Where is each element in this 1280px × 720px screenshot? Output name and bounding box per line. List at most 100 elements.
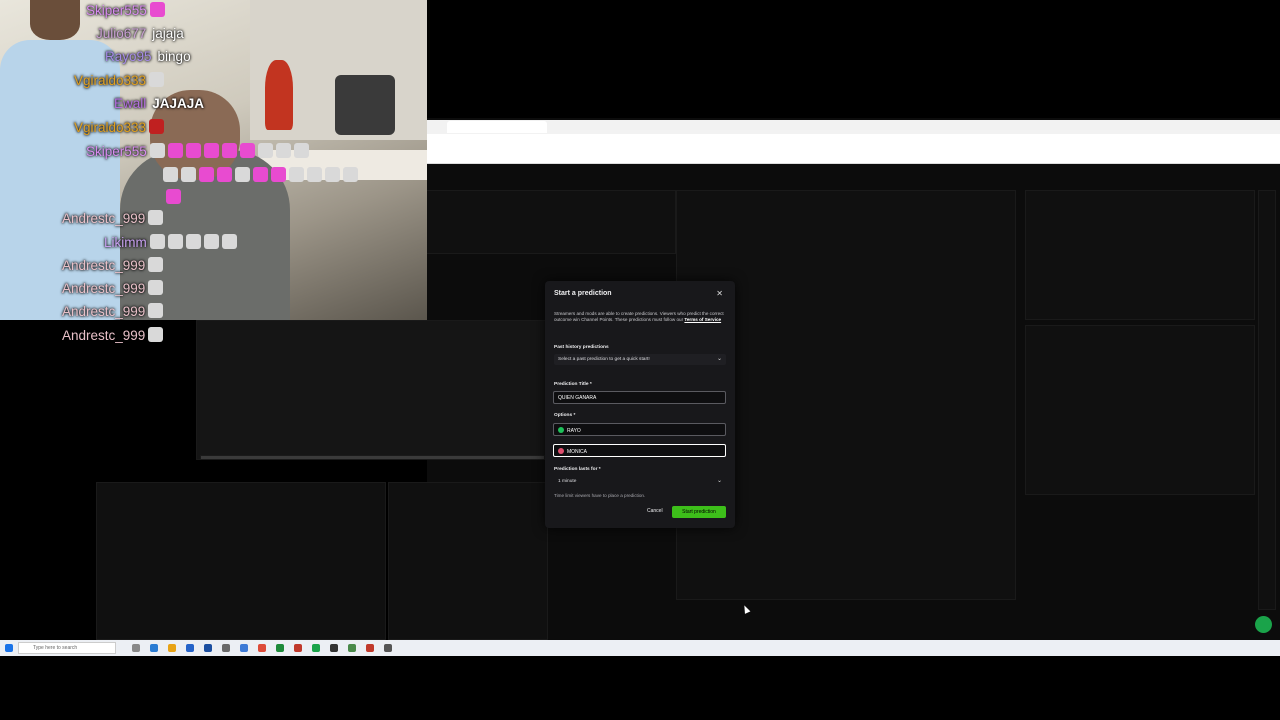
overlay-message: Julio677 jajaja [96,26,184,41]
dialog-description: Streamers and mods are able to create pr… [554,311,726,324]
store-icon[interactable] [186,644,194,652]
browser-tab[interactable] [447,121,547,133]
emote-icon [166,189,181,204]
past-predictions-select[interactable]: Select a past prediction to get a quick … [554,354,726,365]
overlay-message: Likimm [104,234,237,250]
emote-icon [221,234,237,249]
chat-username: Andrestc_999 [62,328,146,343]
chat-username: Skiper555 [86,3,147,18]
app-icon[interactable] [348,644,356,652]
emote-icon [185,143,201,158]
app-icon[interactable] [384,644,392,652]
chat-username: Ewall [114,96,147,111]
channel-actions-panel [1025,325,1255,495]
emote-icon [293,143,309,158]
app-icon[interactable] [240,644,248,652]
taskbar: Type here to search [0,640,1280,656]
app-icon[interactable] [312,644,320,652]
app-icon[interactable] [222,644,230,652]
duration-hint: Time limit viewers have to place a predi… [554,493,646,498]
emote-icon [148,257,164,272]
cancel-button[interactable]: Cancel [647,508,663,514]
emote-icon [149,234,165,249]
overlay-message: Vgiraldo333 [74,72,165,88]
screen: Skiper555 Julio677 jajaja Rayo95 bingo Vgi… [0,0,1280,720]
emote-icon [235,167,250,182]
prediction-title-input[interactable]: QUIEN GANARA [553,391,726,404]
chat-username: Andrestc_999 [62,304,146,319]
chat-username: Andrestc_999 [62,258,146,273]
system-tray[interactable] [1124,644,1244,652]
emote-icon [163,167,178,182]
start-prediction-button[interactable]: Start prediction [672,506,726,518]
overlay-message: Andrestc_999 [62,327,164,343]
emote-icon [253,167,268,182]
dialog-title: Start a prediction [554,290,612,297]
chevron-down-icon: ⌄ [716,356,722,362]
terms-of-service-link[interactable]: Terms of Service [684,317,721,322]
taskbar-search[interactable]: Type here to search [18,642,116,654]
video-scrubber[interactable] [200,455,545,460]
emote-icon [203,143,219,158]
emote-icon [149,2,165,17]
emote-icon [167,143,183,158]
emote-icon [271,167,286,182]
overlay-message: Skiper555 [86,2,165,18]
chat-username: Andrestc_999 [62,281,146,296]
emote-icon [181,167,196,182]
excel-icon[interactable] [276,644,284,652]
overlay-message: Andrestc_999 [62,257,164,273]
app-icon[interactable] [204,644,212,652]
option-2-input[interactable]: MONICA [553,444,726,457]
emote-icon [149,72,165,87]
close-icon[interactable]: ✕ [716,289,723,298]
browser-toolbar [427,134,1280,164]
emote-icon [149,143,165,158]
task-view-icon[interactable] [132,644,140,652]
emote-icon [199,167,214,182]
overlay-message: Rayo95 bingo [105,49,191,64]
app-icon[interactable] [294,644,302,652]
emote-icon [185,234,201,249]
app-icon[interactable] [366,644,374,652]
chat-overlay: Skiper555 Julio677 jajaja Rayo95 bingo Vgi… [0,0,427,350]
overlay-message: Andrestc_999 [62,280,164,296]
quick-action-button[interactable] [1255,616,1272,633]
file-explorer-icon[interactable] [168,644,176,652]
emote-icon [239,143,255,158]
prediction-title-label: Prediction Title * [554,382,592,387]
options-label: Options * [554,413,576,418]
emote-icon [148,210,164,225]
chevron-down-icon: ⌄ [716,478,722,484]
chat-message: JAJAJA [152,96,205,111]
chat-username: Likimm [104,235,147,250]
mod-actions-panel [388,482,548,640]
duration-label: Prediction lasts for * [554,467,601,472]
emote-icon [289,167,304,182]
overlay-message: Ewall JAJAJA [114,96,204,111]
emote-icon [275,143,291,158]
chat-message: jajaja [152,26,184,41]
emote-icon [257,143,273,158]
stream-info-panel [1025,190,1255,320]
option-1-color-icon [558,427,564,433]
browser-tabstrip [427,120,1280,134]
emote-icon [343,167,358,182]
duration-select[interactable]: 1 minute ⌄ [554,476,726,487]
emote-icon [217,167,232,182]
chat-username: Vgiraldo333 [74,120,147,135]
quick-actions-rail [1258,190,1276,610]
windows-start-icon[interactable] [5,644,13,652]
chrome-icon[interactable] [258,644,266,652]
chat-username: Rayo95 [105,49,152,64]
option-1-input[interactable]: RAYO [553,423,726,436]
chat-username: Skiper555 [86,144,147,159]
option-1-value: RAYO [567,428,581,434]
emote-icon [325,167,340,182]
obs-icon[interactable] [330,644,338,652]
option-2-value: MONICA [567,449,587,455]
overlay-message-continued [160,167,358,183]
overlay-message: Andrestc_999 [62,303,164,319]
chat-username: Julio677 [96,26,147,41]
edge-icon[interactable] [150,644,158,652]
